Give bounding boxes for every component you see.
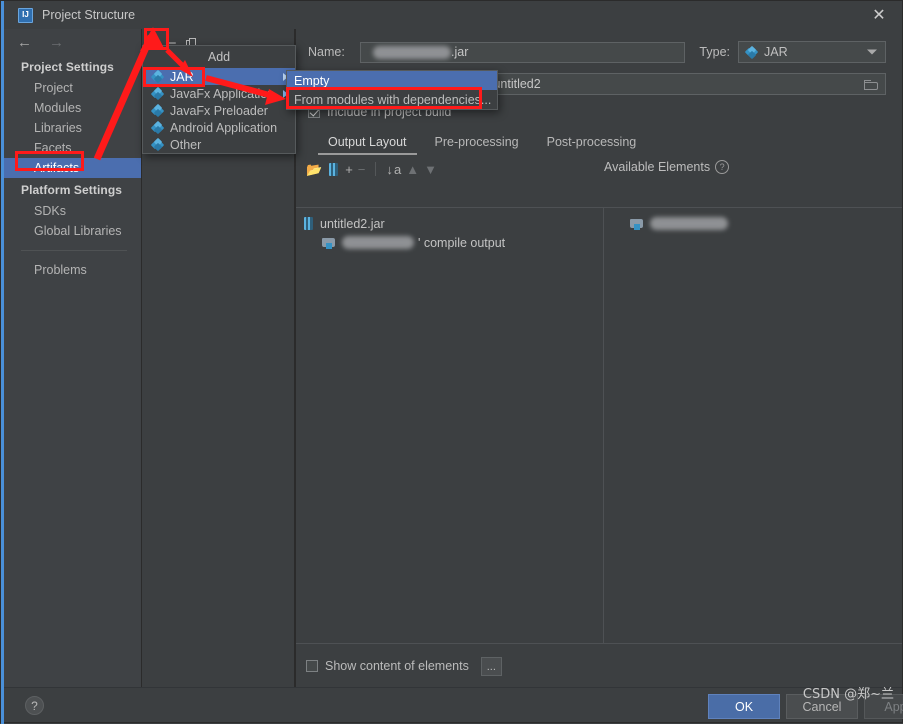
module-output-icon <box>322 237 336 249</box>
name-row: Name: .jar Type: JAR <box>296 29 902 67</box>
sidebar-item-artifacts[interactable]: Artifacts <box>4 158 141 178</box>
sidebar-divider <box>21 250 127 251</box>
tab-output-layout[interactable]: Output Layout <box>314 131 421 155</box>
sidebar-item-problems[interactable]: Problems <box>4 260 141 280</box>
tab-pre-processing[interactable]: Pre-processing <box>421 131 533 155</box>
detail-tabs: Output Layout Pre-processing Post-proces… <box>296 129 902 155</box>
show-content-label: Show content of elements <box>325 659 469 673</box>
ok-button[interactable]: OK <box>708 694 780 719</box>
jar-icon <box>150 86 165 101</box>
jar-icon <box>150 120 165 135</box>
toolbar-divider <box>375 162 377 176</box>
help-icon[interactable]: ? <box>715 160 730 174</box>
output-layout-toolbar: 📂 + − ↓ a ▲ ▼ Available Elements ? <box>296 157 902 181</box>
sidebar-item-global-libraries[interactable]: Global Libraries <box>4 221 141 241</box>
tree-row[interactable]: untitled2.jar <box>296 214 603 233</box>
close-icon[interactable]: ✕ <box>856 1 902 29</box>
menu-item-label: Android Application <box>170 120 278 135</box>
jar-archive-icon <box>304 217 313 230</box>
artifact-type-select[interactable]: JAR <box>738 41 886 63</box>
dialog-footer: ? OK Cancel Apply <box>4 687 903 722</box>
available-elements-tree[interactable] <box>603 207 902 644</box>
tree-item-label: ' compile output <box>418 235 506 250</box>
settings-sidebar: ← → Project Settings Project Modules Lib… <box>4 29 142 688</box>
more-options-button[interactable]: ... <box>480 656 502 676</box>
sort-alpha-icon[interactable]: ↓ a <box>386 163 401 176</box>
plus-icon[interactable]: + <box>345 163 353 176</box>
sidebar-item-sdks[interactable]: SDKs <box>4 201 141 221</box>
window-title: Project Structure <box>42 8 136 22</box>
available-elements-header: Available Elements ? <box>604 160 730 174</box>
watermark: CSDN @郑~兰 <box>802 687 894 702</box>
tree-row[interactable]: ' compile output <box>296 233 603 252</box>
sidebar-group-project-settings: Project Settings <box>21 60 114 74</box>
sidebar-item-modules[interactable]: Modules <box>4 98 141 118</box>
minus-icon: − <box>357 161 366 177</box>
chevron-down-icon <box>867 49 877 55</box>
artifact-detail-pane: Name: .jar Type: JAR kDownload\homework\… <box>295 29 902 688</box>
menu-item-android-application[interactable]: Android Application <box>143 119 295 136</box>
menu-item-label: JavaFx Application <box>170 86 275 101</box>
menu-item-javafx-application[interactable]: JavaFx Application <box>143 85 295 102</box>
redacted-module-name <box>342 236 414 249</box>
redacted-name-block <box>373 45 451 59</box>
arrow-down-icon: ▼ <box>424 161 437 177</box>
title-bar: IJ Project Structure ✕ <box>4 1 902 29</box>
output-layout-tree[interactable]: untitled2.jar ' compile output <box>296 207 603 644</box>
help-button[interactable]: ? <box>25 696 44 715</box>
module-output-icon <box>630 218 644 230</box>
jar-icon <box>744 45 759 59</box>
dialog-content: ← → Project Settings Project Modules Lib… <box>4 29 902 688</box>
tree-item-label: untitled2.jar <box>320 216 385 231</box>
tab-post-processing[interactable]: Post-processing <box>533 131 651 155</box>
list-item[interactable] <box>604 214 902 233</box>
menu-item-jar[interactable]: JAR <box>143 68 295 85</box>
jar-icon <box>150 137 165 152</box>
layout-split-area: untitled2.jar ' compile output <box>296 207 902 644</box>
add-artifact-menu: Add JAR JavaFx Application JavaFx Preloa… <box>142 45 296 154</box>
sidebar-item-facets[interactable]: Facets <box>4 138 141 158</box>
jar-icon <box>150 103 165 118</box>
menu-item-label: JAR <box>170 69 194 84</box>
type-label: Type: <box>699 45 730 59</box>
arrow-up-icon: ▲ <box>406 161 420 177</box>
menu-item-label: Other <box>170 137 202 152</box>
sidebar-item-libraries[interactable]: Libraries <box>4 118 141 138</box>
menu-item-other[interactable]: Other <box>143 136 295 153</box>
menu-item-from-modules-with-dependencies[interactable]: From modules with dependencies... <box>287 90 497 109</box>
project-structure-dialog: IJ Project Structure ✕ ← → Project Setti… <box>0 0 903 724</box>
back-arrow-icon[interactable]: ← <box>17 35 32 50</box>
folder-icon[interactable] <box>864 79 878 90</box>
artifact-name-suffix: .jar <box>451 45 469 59</box>
add-directory-icon[interactable]: 📂 <box>306 163 322 176</box>
sidebar-group-platform-settings: Platform Settings <box>21 183 123 197</box>
artifact-type-value: JAR <box>764 45 788 59</box>
available-elements-label: Available Elements <box>604 160 711 174</box>
sidebar-nav-arrows: ← → <box>4 29 141 55</box>
menu-item-label: JavaFx Preloader <box>170 103 268 118</box>
menu-item-empty[interactable]: Empty <box>287 71 497 90</box>
forward-arrow-icon[interactable]: → <box>49 35 64 50</box>
jar-submenu: Empty From modules with dependencies... <box>286 70 498 110</box>
redacted-available-element <box>650 217 728 230</box>
show-content-row: Show content of elements ... <box>296 643 902 688</box>
jar-icon <box>150 69 165 84</box>
artifact-name-input[interactable]: .jar <box>360 41 686 63</box>
name-label: Name: <box>308 45 345 59</box>
show-content-checkbox[interactable] <box>306 660 318 672</box>
menu-item-javafx-preloader[interactable]: JavaFx Preloader <box>143 102 295 119</box>
jar-archive-icon[interactable] <box>329 162 339 176</box>
add-menu-title: Add <box>143 46 295 68</box>
intellij-idea-icon: IJ <box>18 7 33 23</box>
sidebar-item-project[interactable]: Project <box>4 78 141 98</box>
